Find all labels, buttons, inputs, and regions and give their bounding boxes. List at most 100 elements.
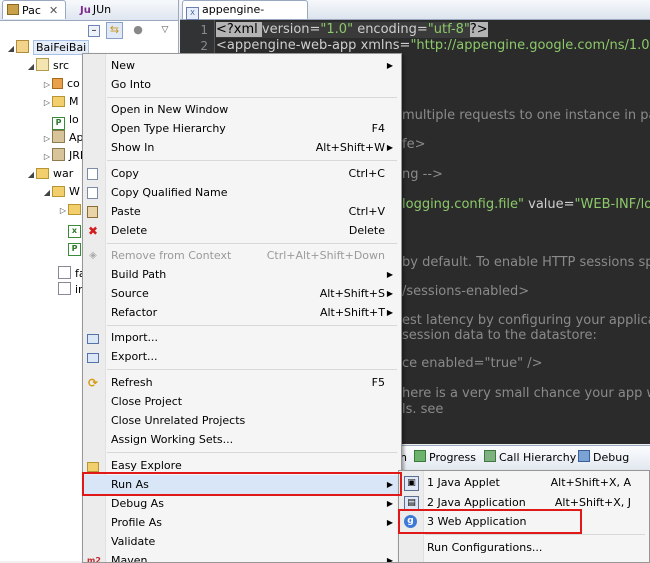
menu-item-debug-as[interactable]: Debug As ▶ xyxy=(83,494,401,513)
copy-icon xyxy=(87,187,98,199)
menu-item-java-applet[interactable]: ▣ 1 Java Applet Alt+Shift+X, A xyxy=(399,473,649,492)
menu-item-refactor[interactable]: Refactor Alt+Shift+T ▶ xyxy=(83,303,401,322)
expand-arrow-icon[interactable]: ▷ xyxy=(58,202,68,220)
tab-junit[interactable]: Ju JUn xyxy=(78,0,130,19)
menu-item-assign-working-sets[interactable]: Assign Working Sets... xyxy=(83,430,401,449)
collapse-arrow-icon[interactable]: ◢ xyxy=(6,40,16,58)
expand-arrow-icon[interactable]: ▷ xyxy=(42,130,52,148)
library-icon xyxy=(52,130,65,143)
tree-item-index[interactable]: in xyxy=(58,281,85,299)
menu-separator xyxy=(107,452,397,453)
menu-item-new[interactable]: New ▶ xyxy=(83,56,401,75)
tree-item-src[interactable]: ◢ src xyxy=(26,57,69,75)
tree-item-folder[interactable]: ▷ xyxy=(58,201,85,219)
view-menu-icon[interactable]: ▽ xyxy=(158,23,172,37)
menu-label: Build Path xyxy=(111,268,167,281)
menu-item-web-application[interactable]: g 3 Web Application xyxy=(399,512,649,531)
menu-item-run-configurations[interactable]: Run Configurations... xyxy=(399,538,649,557)
menu-label: New xyxy=(111,59,135,72)
menu-label: Copy xyxy=(111,167,139,180)
menu-item-maven[interactable]: m2 Maven ▶ xyxy=(83,551,401,562)
menu-item-go-into[interactable]: Go Into xyxy=(83,75,401,94)
menu-item-source[interactable]: Source Alt+Shift+S ▶ xyxy=(83,284,401,303)
xml-value: logging.config.file" xyxy=(402,197,524,212)
tree-label: co xyxy=(67,77,80,90)
tree-item-folder[interactable]: ▷ M xyxy=(42,93,79,111)
menu-label: Refresh xyxy=(111,376,153,389)
menu-label: 1 Java Applet xyxy=(427,476,500,489)
menu-separator xyxy=(107,243,397,244)
folder-icon xyxy=(68,204,81,215)
menu-separator xyxy=(425,534,645,535)
view-options-icon[interactable]: ● xyxy=(131,23,145,37)
menu-item-build-path[interactable]: Build Path ▶ xyxy=(83,265,401,284)
menu-item-delete[interactable]: ✖ Delete Delete xyxy=(83,221,401,240)
expand-arrow-icon[interactable]: ▷ xyxy=(42,94,52,112)
menu-item-close-unrelated[interactable]: Close Unrelated Projects xyxy=(83,411,401,430)
tab-debug[interactable]: Debug xyxy=(578,450,629,466)
menu-item-open-type-hierarchy[interactable]: Open Type Hierarchy F4 xyxy=(83,119,401,138)
delete-icon: ✖ xyxy=(87,224,99,238)
expand-arrow-icon[interactable]: ▷ xyxy=(42,76,52,94)
tab-package-explorer[interactable]: Pac ✕ xyxy=(2,0,66,19)
import-icon xyxy=(87,334,99,344)
java-applet-icon: ▣ xyxy=(404,476,419,491)
google-icon: g xyxy=(404,515,417,528)
menu-label: Easy Explore xyxy=(111,459,182,472)
close-icon[interactable]: ✕ xyxy=(49,1,58,20)
menu-item-java-application[interactable]: ▤ 2 Java Application Alt+Shift+X, J xyxy=(399,493,649,512)
menu-item-export[interactable]: Export... xyxy=(83,347,401,366)
tab-appengine-web-xml[interactable]: Xappengine-web.xml xyxy=(182,0,308,35)
tree-label: src xyxy=(53,59,70,72)
tree-item-webinf[interactable]: ◢ W xyxy=(42,183,80,201)
code-fragment: multiple requests to one instance in par… xyxy=(402,108,650,123)
menu-shortcut: Alt+Shift+T xyxy=(319,306,385,319)
xml-attr: version= xyxy=(261,22,321,37)
tree-item-file[interactable]: Plo xyxy=(52,111,79,130)
tree-item-war[interactable]: ◢ war xyxy=(26,165,73,183)
paste-icon xyxy=(87,206,98,218)
xml-decl: <?xml xyxy=(216,22,262,37)
tab-progress[interactable]: Progress xyxy=(414,450,476,466)
collapse-all-icon[interactable]: – xyxy=(88,25,100,37)
menu-label: Delete xyxy=(111,224,148,237)
menu-label: Debug As xyxy=(111,497,164,510)
menu-item-validate[interactable]: Validate xyxy=(83,532,401,551)
menu-item-run-as[interactable]: Run As ▶ xyxy=(83,475,401,494)
code-fragment: by default. To enable HTTP sessions spe xyxy=(402,255,650,270)
menu-shortcut: Delete xyxy=(348,224,385,237)
code-fragment: ls. see xyxy=(402,402,444,417)
menu-item-show-in[interactable]: Show In Alt+Shift+W ▶ xyxy=(83,138,401,157)
menu-item-import[interactable]: Import... xyxy=(83,328,401,347)
menu-item-copy-qualified-name[interactable]: Copy Qualified Name xyxy=(83,183,401,202)
tab-junit-label: JUn xyxy=(92,3,112,16)
tab-call-hierarchy[interactable]: Call Hierarchy xyxy=(484,450,576,466)
xml-attr: xmlns= xyxy=(360,38,411,53)
xml-value: "WEB-INF/loggi xyxy=(574,197,650,212)
menu-shortcut: F4 xyxy=(371,122,385,135)
menu-label: Remove from Context xyxy=(111,249,232,262)
menu-item-open-new-window[interactable]: Open in New Window xyxy=(83,100,401,119)
menu-item-paste[interactable]: Paste Ctrl+V xyxy=(83,202,401,221)
menu-item-profile-as[interactable]: Profile As ▶ xyxy=(83,513,401,532)
collapse-arrow-icon[interactable]: ◢ xyxy=(42,184,52,202)
tree-item-package[interactable]: ▷ co xyxy=(42,75,80,93)
menu-shortcut: F5 xyxy=(371,376,385,389)
code-fragment: /sessions-enabled> xyxy=(402,284,530,299)
menu-item-remove-from-context[interactable]: ◈ Remove from Context Ctrl+Alt+Shift+Down xyxy=(83,246,401,265)
menu-item-easy-explore[interactable]: Easy Explore xyxy=(83,456,401,475)
view-toolbar: – ⇆ ● ▽ xyxy=(86,21,178,39)
code-fragment: ce enabled="true" /> xyxy=(402,356,543,371)
link-with-editor-icon[interactable]: ⇆ xyxy=(106,22,123,39)
collapse-arrow-icon[interactable]: ◢ xyxy=(26,166,36,184)
menu-item-close-project[interactable]: Close Project xyxy=(83,392,401,411)
menu-label: Close Project xyxy=(111,395,183,408)
collapse-arrow-icon[interactable]: ◢ xyxy=(26,58,36,76)
menu-label: Run As xyxy=(111,478,149,491)
menu-label: Paste xyxy=(111,205,141,218)
expand-arrow-icon[interactable]: ▷ xyxy=(42,148,52,166)
menu-item-refresh[interactable]: ⟳ Refresh F5 xyxy=(83,373,401,392)
xml-value: "1.0" xyxy=(320,22,354,37)
tree-item-project[interactable]: ◢ BaiFeiBai xyxy=(6,39,90,58)
menu-item-copy[interactable]: Copy Ctrl+C xyxy=(83,164,401,183)
